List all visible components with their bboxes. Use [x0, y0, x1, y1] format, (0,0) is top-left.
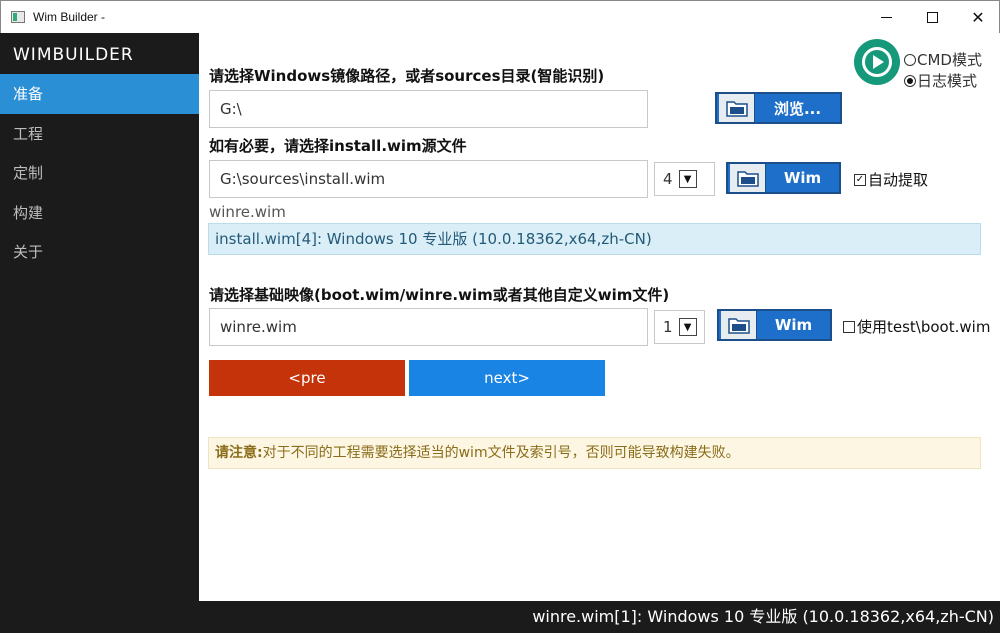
radio-icon — [904, 53, 916, 66]
radio-selected-icon — [904, 74, 916, 87]
minimize-button[interactable] — [863, 1, 909, 34]
brand-title: WIMBUILDER — [13, 45, 134, 65]
main-panel: CMD模式 日志模式 请选择Windows镜像路径，或者sources目录(智能… — [199, 33, 1000, 601]
sidebar-item-prepare[interactable]: 准备 — [0, 74, 199, 114]
checkbox-icon — [843, 320, 855, 333]
warning-bar: 请注意:对于不同的工程需要选择适当的wim文件及索引号，否则可能导致构建失败。 — [208, 437, 981, 469]
log-mode-label: 日志模式 — [917, 72, 978, 90]
warning-prefix: 请注意: — [215, 445, 263, 461]
base-wim-button[interactable]: Wim — [717, 309, 832, 341]
sidebar-item-build[interactable]: 构建 — [0, 193, 199, 233]
sidebar-item-about[interactable]: 关于 — [0, 232, 199, 272]
warning-text: 对于不同的工程需要选择适当的wim文件及索引号，否则可能导致构建失败。 — [262, 445, 740, 461]
maximize-button[interactable] — [909, 1, 955, 34]
source-path-label: 请选择Windows镜像路径，或者sources目录(智能识别) — [209, 67, 605, 85]
cmd-mode-label: CMD模式 — [917, 51, 982, 69]
base-index-select[interactable]: 1 ▼ — [654, 310, 705, 344]
minimize-icon — [880, 17, 892, 18]
title-bar: Wim Builder - ✕ — [0, 0, 1000, 33]
close-button[interactable]: ✕ — [955, 1, 1000, 34]
browse-button[interactable]: 浏览... — [715, 92, 842, 124]
checkbox-checked-icon: ✓ — [854, 173, 866, 186]
cmd-mode-radio[interactable]: CMD模式 — [904, 49, 982, 70]
next-button[interactable]: next> — [409, 360, 605, 396]
install-wim-input[interactable]: G:\sources\install.wim — [209, 160, 648, 198]
browse-button-label: 浏览... — [773, 99, 822, 118]
app-icon — [11, 11, 25, 23]
chevron-down-icon[interactable]: ▼ — [678, 170, 697, 188]
sidebar-item-project[interactable]: 工程 — [0, 114, 199, 154]
folder-icon — [719, 94, 755, 122]
chevron-down-icon[interactable]: ▼ — [678, 318, 697, 336]
install-wim-button[interactable]: Wim — [726, 162, 841, 194]
auto-extract-checkbox[interactable]: ✓ 自动提取 — [854, 169, 928, 190]
source-path-input[interactable]: G:\ — [209, 90, 648, 128]
pre-button[interactable]: <pre — [209, 360, 405, 396]
base-image-input[interactable]: winre.wim — [209, 308, 648, 346]
install-index-value: 4 — [663, 170, 673, 188]
use-test-boot-checkbox[interactable]: 使用test\boot.wim — [843, 316, 990, 337]
close-icon: ✕ — [971, 8, 985, 27]
log-mode-radio[interactable]: 日志模式 — [904, 70, 977, 91]
base-wim-button-label: Wim — [774, 316, 813, 334]
hint-text: winre.wim — [209, 203, 286, 221]
folder-icon — [721, 311, 757, 339]
use-test-boot-label: 使用test\boot.wim — [857, 318, 991, 336]
install-info-bar: install.wim[4]: Windows 10 专业版 (10.0.183… — [208, 223, 981, 255]
install-wim-button-label: Wim — [783, 169, 822, 187]
window-title: Wim Builder - — [33, 10, 106, 24]
install-wim-label: 如有必要，请选择install.wim源文件 — [209, 137, 467, 155]
folder-icon — [730, 164, 766, 192]
maximize-icon — [926, 12, 938, 23]
status-bar: winre.wim[1]: Windows 10 专业版 (10.0.18362… — [199, 601, 1000, 633]
sidebar-item-customize[interactable]: 定制 — [0, 153, 199, 193]
sidebar: WIMBUILDER 准备 工程 定制 构建 关于 — [0, 33, 199, 633]
play-circle-icon[interactable] — [854, 39, 900, 85]
install-index-select[interactable]: 4 ▼ — [654, 162, 715, 196]
base-index-value: 1 — [663, 318, 673, 336]
base-image-label: 请选择基础映像(boot.wim/winre.wim或者其他自定义wim文件) — [209, 286, 670, 304]
auto-extract-label: 自动提取 — [868, 171, 929, 189]
